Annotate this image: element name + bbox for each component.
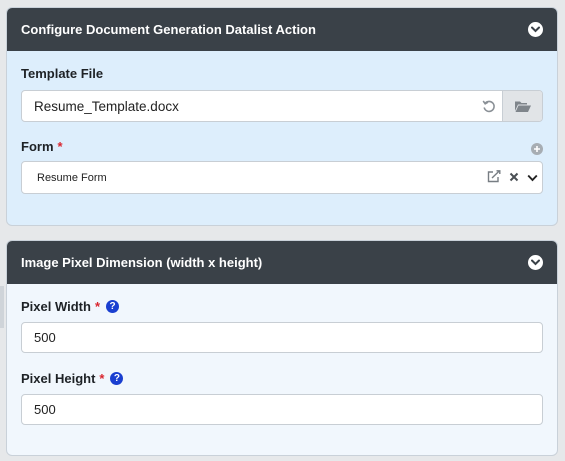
pixel-width-value: 500 (34, 330, 56, 345)
panel-header[interactable]: Image Pixel Dimension (width x height) (7, 241, 557, 284)
pixel-height-label-text: Pixel Height (21, 371, 96, 386)
panel-title: Configure Document Generation Datalist A… (21, 22, 316, 37)
pixel-height-input[interactable]: 500 (21, 394, 543, 425)
document-generation-panel: Configure Document Generation Datalist A… (6, 7, 558, 226)
template-file-label-text: Template File (21, 66, 104, 81)
pixel-height-value: 500 (34, 402, 56, 417)
form-select-value: Resume Form (37, 171, 107, 184)
form-label: Form * (21, 139, 63, 154)
side-resize-handle[interactable] (0, 286, 4, 328)
collapse-chevron-icon[interactable] (528, 255, 543, 270)
external-edit-icon[interactable] (487, 169, 501, 186)
add-form-plus-icon[interactable] (531, 143, 543, 155)
help-question-icon[interactable]: ? (110, 372, 124, 385)
template-file-input[interactable]: Resume_Template.docx (21, 90, 543, 122)
form-select[interactable]: Resume Form (21, 161, 543, 194)
image-dimension-panel: Image Pixel Dimension (width x height) P… (6, 240, 558, 456)
form-label-text: Form (21, 139, 54, 154)
template-file-label: Template File (21, 66, 103, 81)
pixel-height-label: Pixel Height * ? (21, 371, 124, 386)
required-marker: * (99, 371, 105, 386)
folder-open-icon[interactable] (502, 91, 542, 121)
undo-icon[interactable] (476, 91, 502, 121)
collapse-chevron-icon[interactable] (528, 22, 543, 37)
close-icon[interactable] (509, 170, 519, 185)
help-question-icon[interactable]: ? (106, 300, 120, 313)
pixel-width-label: Pixel Width * ? (21, 299, 120, 314)
required-marker: * (94, 299, 101, 314)
template-file-value: Resume_Template.docx (34, 98, 179, 114)
pixel-width-input[interactable]: 500 (21, 322, 543, 353)
pixel-width-label-text: Pixel Width (21, 299, 91, 314)
panel-header[interactable]: Configure Document Generation Datalist A… (7, 8, 557, 51)
required-marker: * (57, 139, 63, 154)
chevron-down-icon[interactable] (527, 170, 538, 185)
panel-title: Image Pixel Dimension (width x height) (21, 255, 263, 270)
